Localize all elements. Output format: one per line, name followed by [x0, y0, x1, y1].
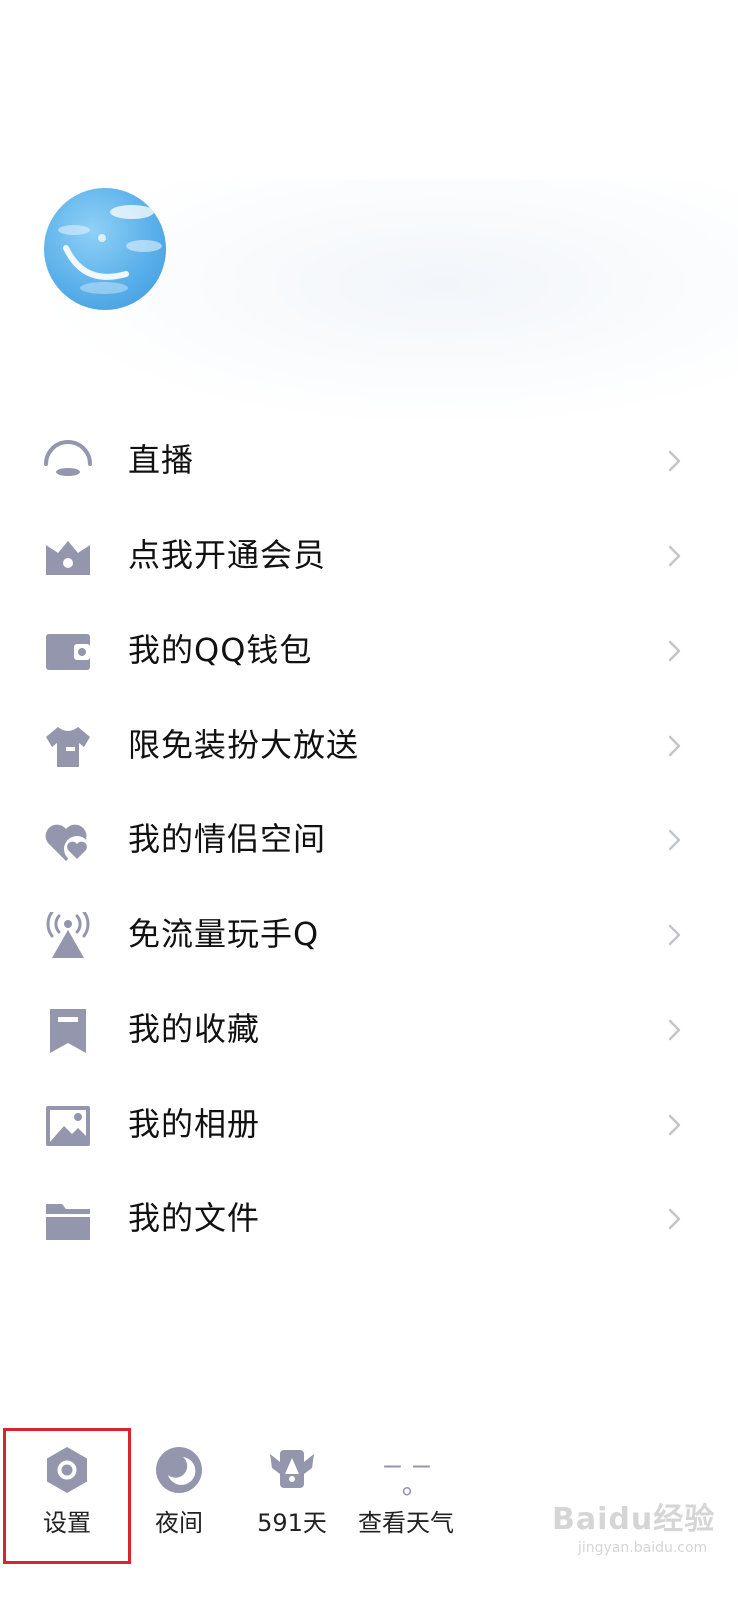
wallet-icon: [46, 634, 90, 670]
days-label: 591天: [257, 1509, 327, 1537]
weather-temperature-placeholder: – –°: [384, 1448, 432, 1515]
hearts-icon: [45, 824, 90, 862]
chevron-right-icon: [668, 450, 681, 472]
menu-item-couple-space[interactable]: 我的情侣空间: [0, 791, 738, 887]
baidu-jingyan-watermark: Baidu经验 jingyan.baidu.com: [552, 1494, 732, 1574]
chevron-right-icon: [668, 735, 681, 757]
chevron-right-icon: [668, 1208, 681, 1230]
chevron-right-icon: [668, 829, 681, 851]
chevron-right-icon: [668, 545, 681, 567]
menu-item-label: 免流量玩手Q: [128, 915, 320, 953]
watermark-main-text: Baidu经验: [552, 1502, 716, 1537]
watermark-sub-text: jingyan.baidu.com: [578, 1540, 708, 1556]
menu-item-label: 直播: [128, 441, 195, 479]
bookmark-icon: [50, 1009, 86, 1053]
weather-button[interactable]: – –° 查看天气: [352, 1420, 460, 1560]
menu-item-label: 我的相册: [128, 1105, 261, 1143]
weather-label: 查看天气: [358, 1509, 454, 1537]
menu-item-label: 限免装扮大放送: [128, 726, 360, 764]
menu-item-free-data[interactable]: 免流量玩手Q: [0, 886, 738, 982]
settings-highlight-box: [3, 1428, 131, 1564]
avatar[interactable]: [44, 188, 166, 310]
menu-item-wallet[interactable]: 我的QQ钱包: [0, 602, 738, 698]
sky-avatar-icon: [58, 205, 162, 294]
menu-item-vip[interactable]: 点我开通会员: [0, 507, 738, 603]
menu-item-favorites[interactable]: 我的收藏: [0, 981, 738, 1077]
vip-crown-icon: [46, 541, 90, 575]
photo-icon: [46, 1106, 90, 1146]
days-badge-button[interactable]: 591天: [244, 1420, 340, 1560]
chevron-right-icon: [668, 1019, 681, 1041]
menu-item-label: 我的收藏: [128, 1010, 261, 1048]
signal-tower-icon: [46, 912, 90, 958]
weather-icon: – –°: [380, 1444, 436, 1515]
tshirt-icon: [46, 727, 90, 767]
chevron-right-icon: [668, 924, 681, 946]
menu-item-dressup[interactable]: 限免装扮大放送: [0, 697, 738, 793]
chevron-right-icon: [668, 640, 681, 662]
chevron-right-icon: [668, 1114, 681, 1136]
menu-item-label: 我的文件: [128, 1199, 261, 1237]
menu-item-live[interactable]: 直播: [0, 412, 738, 508]
live-icon: [44, 440, 92, 476]
menu-item-files[interactable]: 我的文件: [0, 1170, 738, 1266]
moon-icon: [156, 1447, 202, 1493]
menu-item-label: 我的情侣空间: [128, 820, 327, 858]
menu-item-album[interactable]: 我的相册: [0, 1076, 738, 1172]
menu-item-label: 点我开通会员: [128, 536, 327, 574]
winged-badge-icon: [270, 1450, 314, 1488]
night-mode-label: 夜间: [155, 1509, 203, 1537]
folder-icon: [46, 1204, 90, 1240]
menu-item-label: 我的QQ钱包: [128, 631, 313, 669]
night-mode-button[interactable]: 夜间: [132, 1420, 226, 1560]
